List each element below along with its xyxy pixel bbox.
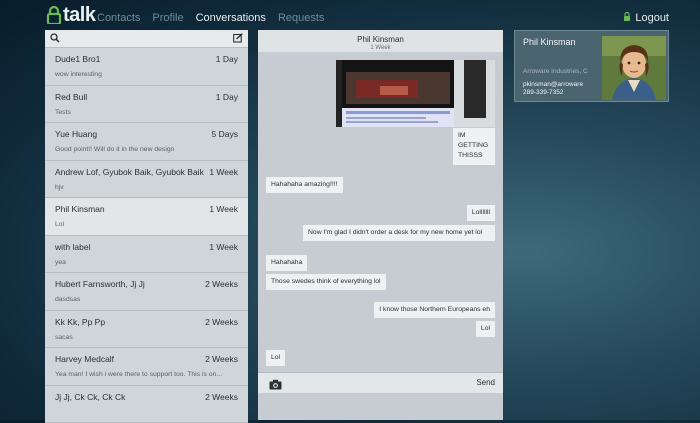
search-icon[interactable] <box>50 30 60 48</box>
avatar <box>602 36 666 100</box>
message-composer[interactable]: Send <box>258 372 503 393</box>
conversation-preview: Lol <box>55 221 233 228</box>
chat-header: Phil Kinsman 1 Week <box>258 30 503 52</box>
conversation-time: 1 Week <box>209 167 238 177</box>
top-bar: talk Contacts Profile Conversations Requ… <box>0 0 700 30</box>
conversation-item[interactable]: Andrew Lof, Gyubok Baik, Gyubok Baik 1 W… <box>45 161 248 199</box>
conversation-time: 1 Week <box>209 242 238 252</box>
conversation-preview: wow interesting <box>55 71 233 78</box>
profile-email[interactable]: pkinsman@arroware <box>523 81 583 88</box>
conversation-time: 2 Weeks <box>205 279 238 289</box>
message-received: Lol <box>266 350 285 366</box>
nav-requests[interactable]: Requests <box>278 12 324 24</box>
message-sent: Lol <box>476 321 495 337</box>
nav-profile[interactable]: Profile <box>152 12 183 24</box>
lock-logo-icon <box>46 6 62 24</box>
search-bar[interactable] <box>45 30 248 48</box>
conversation-item[interactable]: Red Bull 1 Day Tests <box>45 86 248 124</box>
message-sent: Now I'm glad I didn't order a desk for m… <box>303 225 495 241</box>
conversation-time: 2 Weeks <box>205 392 238 402</box>
profile-phone[interactable]: 289-339-7352 <box>523 89 563 96</box>
conversation-item[interactable]: Jj Jj, Ck Ck, Ck Ck 2 Weeks <box>45 386 248 423</box>
nav-contacts[interactable]: Contacts <box>97 12 140 24</box>
message-received: Hahahaha <box>266 255 307 271</box>
main-nav: Contacts Profile Conversations Requests <box>97 12 324 24</box>
conversation-time: 1 Day <box>216 92 238 102</box>
conversation-item[interactable]: with label 1 Week yea <box>45 236 248 274</box>
brand-name: talk <box>63 4 95 27</box>
profile-company: Arroware Industries, C <box>523 68 588 75</box>
talk-logo[interactable]: talk <box>46 5 95 25</box>
conversation-item[interactable]: Kk Kk, Pp Pp 2 Weeks sacas <box>45 311 248 349</box>
conversation-item[interactable]: Hubert Farnsworth, Jj Jj 2 Weeks dasdsas <box>45 273 248 311</box>
conversation-list: Dude1 Bro1 1 Day wow interesting Red Bul… <box>45 30 248 420</box>
conversation-preview: hjv <box>55 184 233 191</box>
conversation-item[interactable]: Yue Huang 5 Days Good point!! Will do it… <box>45 123 248 161</box>
shared-photo[interactable] <box>336 60 495 127</box>
message-sent: IM GETTING THISSS <box>453 128 495 165</box>
conversation-preview: Good point!! Will do it in the new desig… <box>55 146 233 153</box>
conversation-time: 2 Weeks <box>205 317 238 327</box>
conversation-name: Red Bull <box>55 92 238 102</box>
lock-icon <box>623 12 631 24</box>
message-thread[interactable]: IM GETTING THISSS Hahahaha amazing!!!! L… <box>258 52 503 372</box>
nav-conversations[interactable]: Conversations <box>196 12 266 24</box>
conversation-time: 5 Days <box>212 129 238 139</box>
conversation-name: Dude1 Bro1 <box>55 54 238 64</box>
compose-icon[interactable] <box>233 30 243 48</box>
send-button[interactable]: Send <box>476 378 495 387</box>
conversation-item[interactable]: Dude1 Bro1 1 Day wow interesting <box>45 48 248 86</box>
conversation-preview: Yea man! I wish i were there to support … <box>55 371 233 378</box>
conversation-item[interactable]: Harvey Medcalf 2 Weeks Yea man! I wish i… <box>45 348 248 386</box>
logout-label: Logout <box>635 12 669 24</box>
conversation-time: 2 Weeks <box>205 354 238 364</box>
contact-profile-card: Phil Kinsman Arroware Industries, C pkin… <box>514 30 669 102</box>
message-sent: I know those Northern Europeans eh <box>374 302 495 318</box>
camera-icon[interactable] <box>269 377 282 395</box>
profile-name: Phil Kinsman <box>523 37 593 48</box>
chat-contact-name: Phil Kinsman <box>258 30 503 44</box>
conversation-preview: dasdsas <box>55 296 233 303</box>
conversation-preview: sacas <box>55 334 233 341</box>
message-sent: Lolllllll <box>467 205 495 221</box>
message-received: Hahahaha amazing!!!! <box>266 177 343 193</box>
conversation-preview: yea <box>55 259 233 266</box>
chat-panel: Phil Kinsman 1 Week IM GETTING THISSS Ha… <box>258 30 503 420</box>
message-received: Those swedes think of everything lol <box>266 274 386 290</box>
conversation-time: 1 Week <box>209 204 238 214</box>
logout-button[interactable]: Logout <box>623 12 669 24</box>
conversation-time: 1 Day <box>216 54 238 64</box>
conversation-preview: Tests <box>55 109 233 116</box>
chat-last-active: 1 Week <box>258 45 503 51</box>
conversation-item-selected[interactable]: Phil Kinsman 1 Week Lol <box>45 198 248 236</box>
